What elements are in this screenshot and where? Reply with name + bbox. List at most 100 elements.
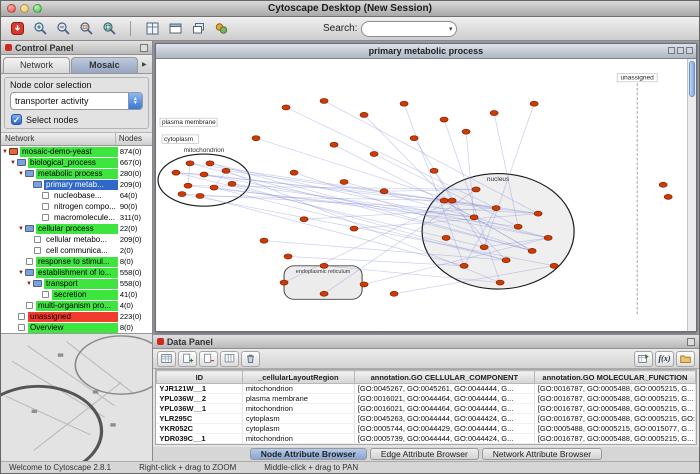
tree-row[interactable]: Overview8(0) xyxy=(1,322,152,333)
tab-network-attribute-browser[interactable]: Network Attribute Browser xyxy=(482,448,602,460)
network-node[interactable] xyxy=(206,161,214,166)
tree-row[interactable]: primary metab...209(0) xyxy=(1,179,152,190)
zoom-window-button[interactable] xyxy=(33,4,42,13)
tree-row[interactable]: cell communica...2(0) xyxy=(1,245,152,256)
overview-window-icon[interactable] xyxy=(165,19,185,39)
network-node[interactable] xyxy=(400,101,408,106)
value-cell[interactable]: cytoplasm xyxy=(242,424,354,434)
table-row[interactable]: YPL036W__2plasma membrane[GO:0016021, GO… xyxy=(156,394,695,404)
tree-row[interactable]: ▼establishment of lo...558(0) xyxy=(1,267,152,278)
snapshot-icon[interactable] xyxy=(142,19,162,39)
network-node[interactable] xyxy=(460,263,468,268)
tab-scroll-right-icon[interactable]: ▶ xyxy=(139,57,150,73)
close-window-button[interactable] xyxy=(7,4,16,13)
create-attribute-icon[interactable] xyxy=(178,351,197,367)
network-node[interactable] xyxy=(462,129,470,134)
network-node[interactable] xyxy=(284,254,292,259)
tree-row[interactable]: macromolecule...311(0) xyxy=(1,212,152,223)
tree-row[interactable]: unassigned223(0) xyxy=(1,311,152,322)
column-header[interactable]: annotation.GO CELLULAR_COMPONENT xyxy=(354,371,534,384)
network-node[interactable] xyxy=(440,117,448,122)
network-node[interactable] xyxy=(470,215,478,220)
table-row[interactable]: YKR052Ccytoplasm[GO:0005744, GO:0044429,… xyxy=(156,424,695,434)
float-panel-icon[interactable] xyxy=(140,44,148,52)
network-node[interactable] xyxy=(222,168,230,173)
value-cell[interactable]: cytoplasm xyxy=(242,414,354,424)
tree-row[interactable]: response to stimul...8(0) xyxy=(1,256,152,267)
expand-arrow-icon[interactable]: ▼ xyxy=(17,171,25,177)
network-node[interactable] xyxy=(370,151,378,156)
id-cell[interactable]: YLR295C xyxy=(156,414,242,424)
column-header[interactable]: annotation.GO MOLECULAR_FUNCTION xyxy=(534,371,695,384)
network-node[interactable] xyxy=(472,187,480,192)
search-dropdown-icon[interactable]: ▾ xyxy=(449,25,453,33)
network-node[interactable] xyxy=(330,142,338,147)
tab-mosaic[interactable]: Mosaic xyxy=(71,57,138,73)
vizmapper-icon[interactable] xyxy=(211,19,231,39)
id-cell[interactable]: YJR121W__1 xyxy=(156,384,242,394)
network-node[interactable] xyxy=(544,235,552,240)
network-node[interactable] xyxy=(492,206,500,211)
network-node[interactable] xyxy=(490,111,498,116)
network-node[interactable] xyxy=(664,194,672,199)
node-color-dropdown[interactable]: transporter activity ▲▼ xyxy=(10,92,143,110)
network-node[interactable] xyxy=(210,185,218,190)
tree-row[interactable]: ▼cellular process22(0) xyxy=(1,223,152,234)
tree-row[interactable]: ▼biological_process667(0) xyxy=(1,157,152,168)
value-cell[interactable]: [GO:0016787, GO:0005488, GO:0005215, GO:… xyxy=(534,414,695,424)
value-cell[interactable]: [GO:0016021, GO:0044464, GO:0044444, G..… xyxy=(354,404,534,414)
network-node[interactable] xyxy=(530,101,538,106)
table-row[interactable]: YLR295Ccytoplasm[GO:0045263, GO:0044444,… xyxy=(156,414,695,424)
network-column-header[interactable]: Network xyxy=(1,133,116,145)
network-node[interactable] xyxy=(184,183,192,188)
frame-close-icon[interactable] xyxy=(686,47,693,54)
value-cell[interactable]: [GO:0016021, GO:0044464, GO:0044444, G..… xyxy=(354,394,534,404)
formula-builder-icon[interactable]: f(x) xyxy=(655,351,674,367)
network-node[interactable] xyxy=(659,182,667,187)
tree-row[interactable]: nucleobase...64(0) xyxy=(1,190,152,201)
network-node[interactable] xyxy=(390,291,398,296)
value-cell[interactable]: [GO:0016787, GO:0005488, GO:0005215, G..… xyxy=(534,404,695,414)
overview-thumbnail[interactable] xyxy=(1,333,152,461)
value-cell[interactable]: [GO:0016787, GO:0005488, GO:0005215, G..… xyxy=(534,394,695,404)
tree-row[interactable]: cellular metabo...209(0) xyxy=(1,234,152,245)
id-cell[interactable]: YDR039C__1 xyxy=(156,434,242,444)
search-input[interactable] xyxy=(366,24,448,34)
network-node[interactable] xyxy=(228,181,236,186)
value-cell[interactable]: [GO:0045263, GO:0044444, GO:0044424, G..… xyxy=(354,414,534,424)
expand-arrow-icon[interactable]: ▼ xyxy=(17,270,25,276)
value-cell[interactable]: mitochondrion xyxy=(242,434,354,444)
table-row[interactable]: YJR121W__1mitochondrion[GO:0045267, GO:0… xyxy=(156,384,695,394)
delete-attribute-icon[interactable] xyxy=(199,351,218,367)
canvas-vertical-scrollbar[interactable] xyxy=(687,59,696,331)
tree-row[interactable]: ▼mosaic-demo-yeast874(0) xyxy=(1,146,152,157)
value-cell[interactable]: [GO:0005739, GO:0044444, GO:0044424, G..… xyxy=(354,434,534,444)
network-node[interactable] xyxy=(290,170,298,175)
select-nodes-checkbox-row[interactable]: ✓ Select nodes xyxy=(7,114,146,125)
network-node[interactable] xyxy=(340,179,348,184)
frame-minimize-icon[interactable] xyxy=(668,47,675,54)
tree-row[interactable]: ▼transport558(0) xyxy=(1,278,152,289)
value-cell[interactable]: [GO:0005744, GO:0044429, GO:0044444, G..… xyxy=(354,424,534,434)
network-node[interactable] xyxy=(480,245,488,250)
value-cell[interactable]: [GO:0045267, GO:0045261, GO:0044444, G..… xyxy=(354,384,534,394)
tree-row[interactable]: multi-organism pro...4(0) xyxy=(1,300,152,311)
zoom-selected-icon[interactable] xyxy=(76,19,96,39)
network-node[interactable] xyxy=(360,282,368,287)
network-node[interactable] xyxy=(350,226,358,231)
network-node[interactable] xyxy=(360,112,368,117)
network-node[interactable] xyxy=(196,193,204,198)
network-node[interactable] xyxy=(528,248,536,253)
network-node[interactable] xyxy=(280,280,288,285)
frame-maximize-icon[interactable] xyxy=(677,47,684,54)
network-node[interactable] xyxy=(200,172,208,177)
value-cell[interactable]: mitochondrion xyxy=(242,384,354,394)
network-node[interactable] xyxy=(320,98,328,103)
zoom-fit-icon[interactable] xyxy=(99,19,119,39)
network-node[interactable] xyxy=(178,192,186,197)
id-cell[interactable]: YPL036W__2 xyxy=(156,394,242,404)
network-node[interactable] xyxy=(410,136,418,141)
nodes-column-header[interactable]: Nodes xyxy=(116,133,152,145)
network-node[interactable] xyxy=(440,198,448,203)
network-node[interactable] xyxy=(300,217,308,222)
